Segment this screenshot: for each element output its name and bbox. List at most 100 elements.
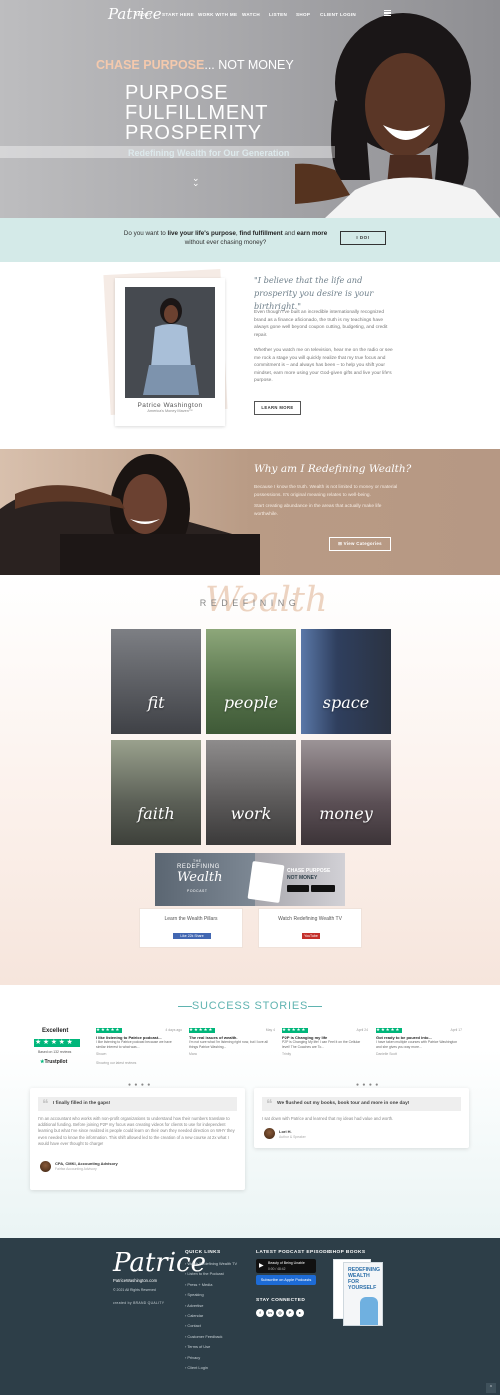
phone-mockup <box>247 860 285 904</box>
wealth-pillars-box: Learn the Wealth Pillars Like 22k Share <box>139 908 243 948</box>
quick-link[interactable]: › Customer Feedback <box>185 1332 237 1342</box>
cta-bold-1: live your life's purpose <box>167 230 236 237</box>
quick-link-label: Contact <box>187 1323 201 1329</box>
review-author: Shown <box>96 1052 107 1056</box>
testimonial-body: I sat down with Patrice and learned that… <box>262 1116 394 1121</box>
review-date: April 17 <box>450 1028 463 1032</box>
scroll-top-button[interactable]: ⌃ <box>486 1383 496 1393</box>
trustpilot-based-on: Based on 132 reviews <box>38 1050 72 1054</box>
quick-link-label: Advertise <box>187 1302 204 1308</box>
pillar-faith[interactable]: faith <box>111 740 201 845</box>
episode-title: Beauty of Being Unable <box>268 1261 305 1265</box>
podcast-heading: LATEST PODCAST EPISODE <box>256 1250 331 1255</box>
google-play-badge[interactable] <box>287 885 309 892</box>
review-date: April 24 <box>356 1028 369 1032</box>
banner-not-money: NOT MONEY <box>287 875 318 881</box>
nav-watch[interactable]: WATCH <box>242 12 260 17</box>
quick-link[interactable]: › Contact <box>185 1321 237 1331</box>
nav-listen[interactable]: LISTEN <box>269 12 287 17</box>
i-do-button[interactable]: I DO! <box>340 231 386 245</box>
hero-kicker: CHASE PURPOSE... NOT MONEY <box>96 58 294 72</box>
scroll-down-icon[interactable]: ⌄ ⌄ <box>192 174 200 188</box>
pillar-work[interactable]: work <box>206 740 296 845</box>
quick-link[interactable]: › Calendar <box>185 1311 237 1321</box>
review-stars <box>282 1027 308 1033</box>
quick-link[interactable]: › Terms of Use <box>185 1342 237 1352</box>
apple-podcasts-badge[interactable] <box>311 885 335 892</box>
quick-link[interactable]: › Client Login <box>185 1363 237 1373</box>
podcast-banner[interactable]: THE REDEFINING Wealth PODCAST CHASE PURP… <box>155 853 345 906</box>
nav-start-here[interactable]: START HERE <box>162 12 194 17</box>
quick-link-label: Listen to the Podcast <box>187 1271 224 1277</box>
view-categories-button[interactable]: ⊞ View Categories <box>329 537 391 551</box>
review-card[interactable]: April 17 Got ready to be poured into... … <box>376 1027 463 1072</box>
cta-text-3: and <box>282 230 297 237</box>
podcast-player[interactable]: ▶ Beauty of Being Unable 0:00 / 48:42 <box>256 1259 316 1273</box>
why-text: Because I know the truth. Wealth is not … <box>254 484 399 518</box>
about-title: America's Money Maven™ <box>147 409 193 413</box>
pinterest-icon[interactable]: P <box>286 1309 294 1317</box>
youtube-subscribe-button[interactable]: YouTube <box>302 933 320 939</box>
about-paragraph-2: Whether you watch me on television, hear… <box>254 348 393 383</box>
menu-icon[interactable] <box>384 10 391 16</box>
nav-about[interactable]: ABOUT <box>134 12 152 17</box>
shop-books-heading: SHOP BOOKS <box>329 1250 366 1255</box>
cta-text-4: without ever chasing money? <box>184 239 267 246</box>
trustpilot-widget[interactable]: Excellent ★★★★★ Based on 132 reviews ★Tr… <box>30 1028 90 1070</box>
redefining-heading: REDEFINING <box>199 598 301 608</box>
quick-link[interactable]: › Listen to the Podcast <box>185 1269 237 1279</box>
review-card[interactable]: May 4 The real issues of wealth. I'm not… <box>189 1027 275 1072</box>
cta-bold-2: find fulfillment <box>239 230 283 237</box>
review-stars <box>96 1027 122 1033</box>
review-date: May 4 <box>265 1028 275 1032</box>
pillar-label-money: money <box>319 804 373 823</box>
quick-link[interactable]: › Press + Media <box>185 1280 237 1290</box>
quick-links-heading: QUICK LINKS <box>185 1250 221 1255</box>
footer-credit[interactable]: created by BRAND QUALITY <box>113 1301 164 1305</box>
instagram-icon[interactable]: ◎ <box>276 1309 284 1317</box>
review-body: I'm not sure what I'm listening right no… <box>189 1040 268 1049</box>
cta-bold-3: earn more <box>296 230 328 237</box>
review-card[interactable]: April 24 P2P is Changing my life P2P is … <box>282 1027 369 1072</box>
review-card[interactable]: 4 days ago I like listening to Patrice p… <box>96 1027 182 1072</box>
banner-the: THE <box>193 859 202 863</box>
trustpilot-logo: ★Trustpilot <box>40 1059 67 1065</box>
avatar <box>264 1128 275 1139</box>
pillar-fit[interactable]: fit <box>111 629 201 734</box>
nav-shop[interactable]: SHOP <box>296 12 310 17</box>
youtube-icon[interactable]: ▸ <box>296 1309 304 1317</box>
quick-links-list: › Watch Redefining Wealth TV › Listen to… <box>185 1259 237 1373</box>
nav-work-with-me[interactable]: WORK WITH ME <box>198 12 237 17</box>
pillar-people[interactable]: people <box>206 629 296 734</box>
trustpilot-brand: Trustpilot <box>44 1059 68 1065</box>
why-paragraph-1: Because I know the truth. Wealth is not … <box>254 485 398 498</box>
quick-link[interactable]: › Speaking <box>185 1290 237 1300</box>
quick-link[interactable]: › Privacy <box>185 1353 237 1363</box>
title-rule-right <box>308 1006 322 1007</box>
pillar-space[interactable]: space <box>301 629 391 734</box>
linkedin-icon[interactable]: in <box>266 1309 274 1317</box>
play-icon[interactable]: ▶ <box>259 1262 264 1270</box>
not-money-text: ... NOT MONEY <box>204 58 294 72</box>
hero-portrait <box>295 13 500 218</box>
why-photo <box>0 454 260 575</box>
review-stars <box>376 1027 402 1033</box>
facebook-icon[interactable]: f <box>256 1309 264 1317</box>
avatar <box>40 1161 51 1172</box>
nav-client-login[interactable]: CLIENT LOGIN <box>320 12 356 17</box>
book-cover[interactable]: REDEFINING WEALTH FOR YOURSELF <box>343 1262 383 1326</box>
quick-link-label: Speaking <box>187 1292 204 1298</box>
banner-script: Wealth <box>177 870 223 885</box>
learn-more-button[interactable]: LEARN MORE <box>254 401 301 415</box>
testimonial-author: Lori H. <box>279 1129 292 1134</box>
apple-podcasts-button[interactable]: Subscribe on Apple Podcasts <box>256 1275 316 1285</box>
book-author-figure <box>360 1297 378 1325</box>
quick-link-label: Terms of Use <box>187 1344 211 1350</box>
why-section <box>0 449 500 575</box>
quick-link[interactable]: › Advertise <box>185 1301 237 1311</box>
pillar-money[interactable]: money <box>301 740 391 845</box>
hero-section: Patrice ABOUT START HERE WORK WITH ME WA… <box>0 0 500 218</box>
facebook-like-button[interactable]: Like 22k Share <box>173 933 211 939</box>
pillar-label-fit: fit <box>147 693 165 712</box>
quick-link[interactable]: › Watch Redefining Wealth TV <box>185 1259 237 1269</box>
